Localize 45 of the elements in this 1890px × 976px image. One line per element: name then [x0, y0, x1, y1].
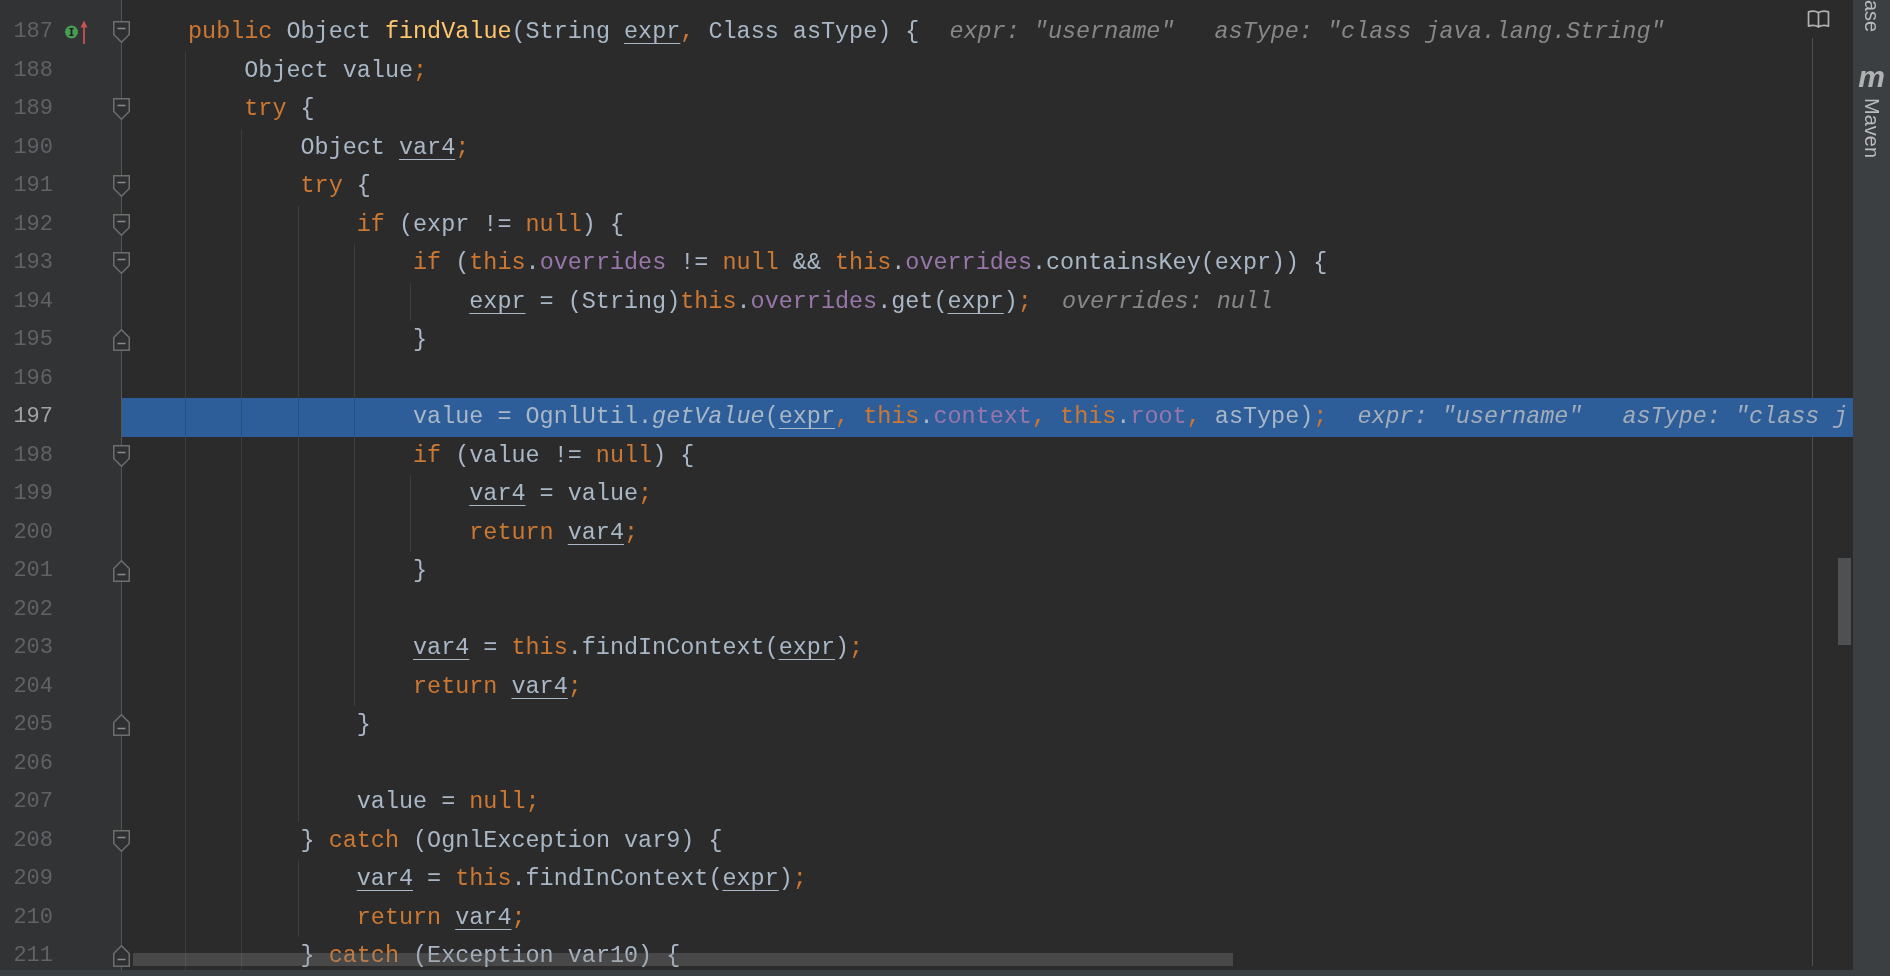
code-line: if (value != null) {	[413, 441, 695, 470]
code-line: public Object findValue(String expr, Class asType) {	[188, 18, 920, 47]
code-line: try {	[300, 172, 371, 201]
fold-marker-icon[interactable]	[113, 252, 130, 275]
code-line: var4 = value;	[469, 480, 653, 509]
code-line: try {	[244, 95, 315, 124]
code-line: return var4;	[413, 672, 582, 701]
line-number: 197	[12, 404, 53, 431]
scrollbar-thumb[interactable]	[1838, 558, 1851, 645]
fold-marker-icon[interactable]	[113, 329, 130, 352]
code-line: var4 = this.findInContext(expr);	[413, 634, 864, 663]
inline-value-hint: expr: "username"	[949, 18, 1175, 47]
fold-marker-icon[interactable]	[113, 714, 130, 737]
code-line: if (expr != null) {	[356, 210, 624, 239]
inline-value-hint: overrides: null	[1061, 287, 1273, 316]
code-line: expr = (String)this.overrides.get(expr);	[469, 287, 1032, 316]
code-line: return var4;	[356, 903, 526, 932]
code-line: Object var4;	[300, 133, 470, 162]
code-line: var4 = this.findInContext(expr);	[356, 865, 807, 894]
fold-marker-icon[interactable]	[113, 98, 130, 121]
tool-window-button[interactable]: m Maven	[1858, 66, 1885, 159]
tool-window-icon: m	[1858, 66, 1885, 89]
inline-value-hint: asType: "class java.lang.String"	[1214, 18, 1665, 47]
fold-marker-icon[interactable]	[113, 21, 130, 44]
inline-value-hint: asType: "class j	[1622, 403, 1848, 432]
fold-marker-icon[interactable]	[113, 560, 130, 583]
code-line: }	[413, 557, 428, 586]
fold-marker-icon[interactable]	[113, 213, 130, 236]
circle-up-arrow-icon[interactable]	[64, 19, 90, 46]
fold-marker-icon[interactable]	[113, 175, 130, 198]
book-icon[interactable]	[1807, 9, 1830, 28]
code-line: } catch (Exception var10) {	[300, 942, 681, 970]
inline-value-hint: expr: "username"	[1357, 403, 1583, 432]
fold-marker-icon[interactable]	[113, 829, 130, 852]
tool-window-button[interactable]: ase	[1861, 0, 1882, 33]
code-line: Object value;	[244, 56, 428, 85]
code-line: }	[413, 326, 428, 355]
code-line: value = null;	[356, 788, 540, 817]
fold-marker-icon[interactable]	[113, 444, 130, 467]
code-line: if (this.overrides != null && this.overrides.containsKey(expr)) {	[413, 249, 1328, 278]
code-line: }	[356, 711, 371, 740]
code-line: value = OgnlUtil.getValue(expr, this.context, this.root, asType);	[413, 403, 1328, 432]
code-line: return var4;	[469, 518, 639, 547]
code-line: } catch (OgnlException var9) {	[300, 826, 723, 855]
fold-marker-icon[interactable]	[113, 945, 130, 968]
